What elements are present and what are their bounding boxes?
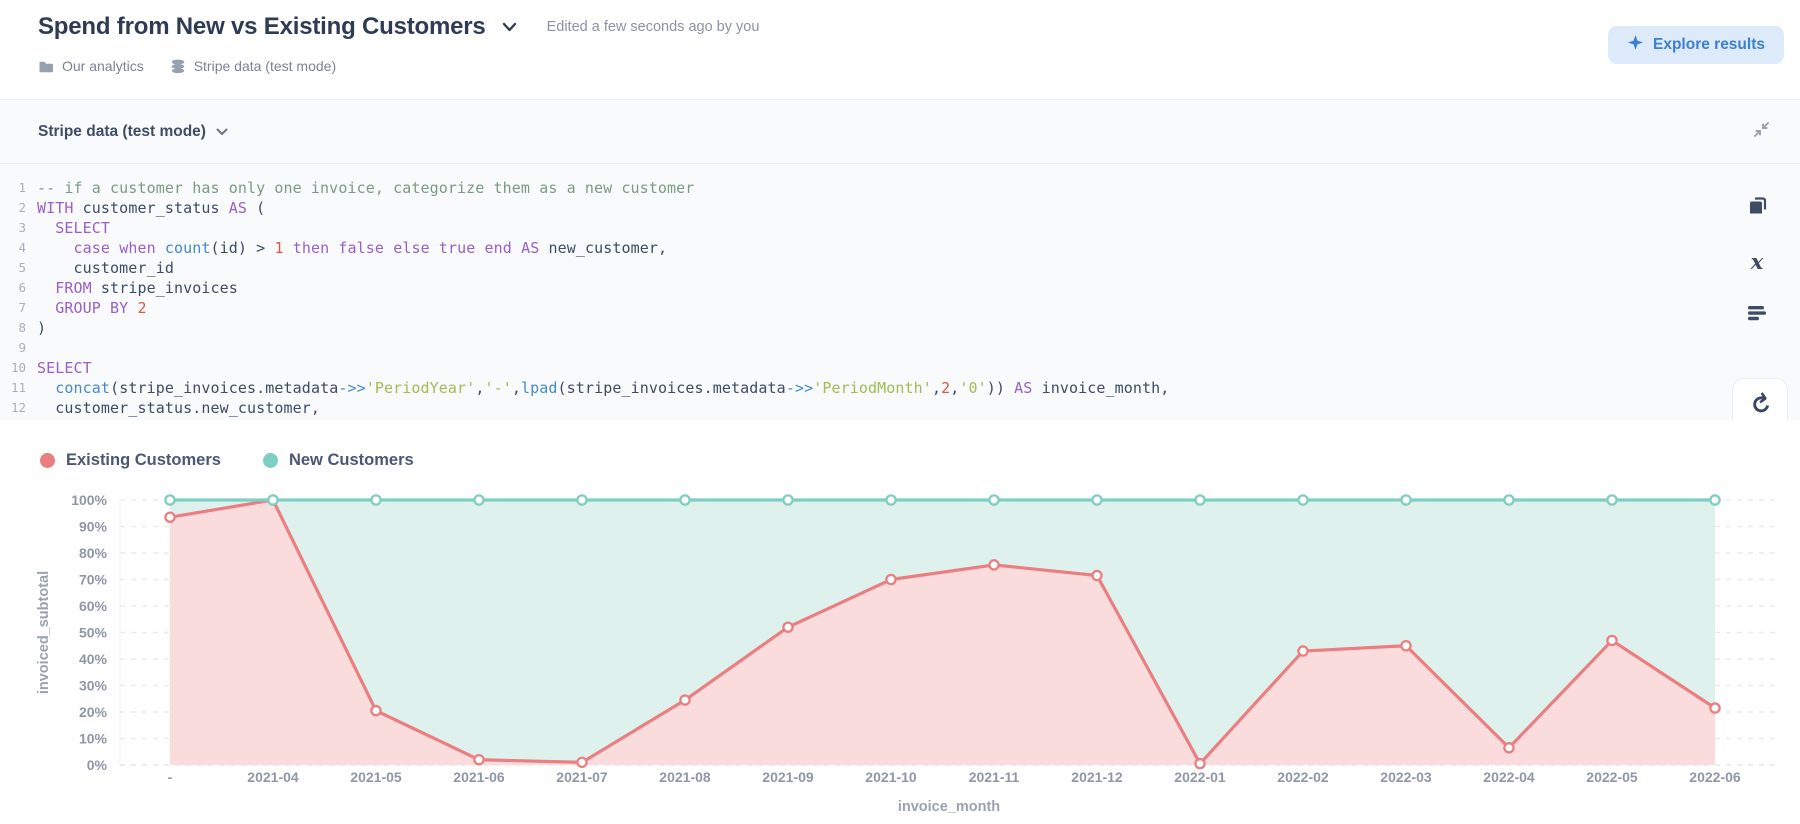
svg-text:2022-06: 2022-06 [1689, 769, 1741, 785]
sql-line[interactable]: 4 case when count(id) > 1 then false els… [4, 238, 1169, 258]
header: Spend from New vs Existing Customers Edi… [0, 0, 1800, 99]
svg-text:50%: 50% [79, 625, 108, 641]
folder-icon [38, 59, 54, 74]
app-window: Spend from New vs Existing Customers Edi… [0, 0, 1800, 824]
sparkle-icon [1627, 34, 1644, 56]
datasource-selector[interactable]: Stripe data (test mode) [38, 123, 228, 141]
variables-button[interactable]: x [1745, 249, 1769, 273]
sql-editor: Stripe data (test mode) 1 -- if a custome… [0, 99, 1800, 421]
editor-toolbar: Stripe data (test mode) [0, 100, 1800, 164]
svg-text:90%: 90% [79, 519, 108, 535]
svg-text:30%: 30% [79, 678, 108, 694]
sql-line[interactable]: 10 SELECT [4, 358, 1169, 378]
sql-line[interactable]: 7 GROUP BY 2 [4, 298, 1169, 318]
sql-line[interactable]: 12 customer_status.new_customer, [4, 398, 1169, 418]
line-number: 3 [18, 220, 26, 235]
variable-x-icon: x [1750, 248, 1764, 274]
svg-text:40%: 40% [79, 651, 108, 667]
breadcrumb: Our analytics Stripe data (test mode) [38, 58, 336, 74]
line-number: 9 [18, 340, 26, 355]
line-number: 2 [18, 200, 26, 215]
explore-results-button[interactable]: Explore results [1608, 26, 1784, 64]
sql-line[interactable]: 6 FROM stripe_invoices [4, 278, 1169, 298]
svg-text:2021-05: 2021-05 [350, 769, 402, 785]
svg-text:100%: 100% [71, 492, 107, 508]
snippets-button[interactable] [1745, 303, 1769, 327]
svg-text:0%: 0% [87, 757, 108, 773]
edited-note: Edited a few seconds ago by you [546, 19, 760, 35]
chevron-down-icon [216, 123, 228, 141]
datasource-name: Stripe data (test mode) [38, 122, 206, 140]
line-number: 8 [18, 320, 26, 335]
line-number: 5 [18, 260, 26, 275]
database-icon [170, 59, 186, 74]
breadcrumb-label: Our analytics [62, 58, 144, 74]
svg-text:2021-07: 2021-07 [556, 769, 608, 785]
svg-text:2021-11: 2021-11 [969, 769, 1020, 785]
line-number: 11 [10, 380, 26, 395]
svg-text:invoice_month: invoice_month [898, 799, 1000, 815]
svg-text:invoiced_subtotal: invoiced_subtotal [36, 571, 52, 694]
page-title: Spend from New vs Existing Customers [38, 13, 486, 40]
collapse-arrows-icon [1753, 121, 1770, 141]
collapse-editor-button[interactable] [1748, 118, 1774, 144]
svg-text:2022-03: 2022-03 [1380, 769, 1432, 785]
line-number: 1 [18, 180, 26, 195]
snippet-lines-icon [1746, 304, 1768, 326]
title-menu-chevron-icon[interactable] [502, 22, 517, 32]
sql-code-area[interactable]: 1 -- if a customer has only one invoice, … [4, 178, 1169, 418]
svg-text:2021-04: 2021-04 [247, 769, 299, 785]
sql-line[interactable]: 11 concat(stripe_invoices.metadata->>'Pe… [4, 378, 1169, 398]
sql-line[interactable]: 2 WITH customer_status AS ( [4, 198, 1169, 218]
refresh-icon: ↻ [1742, 387, 1778, 421]
svg-text:80%: 80% [79, 545, 108, 561]
svg-text:20%: 20% [79, 704, 108, 720]
title-row: Spend from New vs Existing Customers Edi… [38, 13, 759, 41]
svg-text:2022-01: 2022-01 [1174, 769, 1226, 785]
svg-text:2022-05: 2022-05 [1586, 769, 1638, 785]
data-reference-button[interactable] [1745, 195, 1769, 219]
svg-text:2021-06: 2021-06 [453, 769, 505, 785]
sql-line[interactable]: 5 customer_id [4, 258, 1169, 278]
line-number: 4 [18, 240, 26, 255]
svg-text:2021-08: 2021-08 [659, 769, 711, 785]
svg-text:10%: 10% [79, 731, 108, 747]
run-refresh-button[interactable]: ↻ [1732, 378, 1788, 421]
svg-text:2022-02: 2022-02 [1277, 769, 1329, 785]
breadcrumb-label: Stripe data (test mode) [193, 58, 337, 74]
svg-text:2021-09: 2021-09 [762, 769, 814, 785]
area-chart[interactable]: 0% 10% 20% 30% 40% 50% 60% 70% 80% 90% 100% - 2021-0… [0, 420, 1800, 824]
book-icon [1746, 195, 1768, 220]
breadcrumb-database[interactable]: Stripe data (test mode) [170, 58, 336, 74]
svg-text:-: - [168, 769, 173, 785]
line-number: 6 [18, 280, 26, 295]
sql-line[interactable]: 1 -- if a customer has only one invoice, … [4, 178, 1169, 198]
svg-text:70%: 70% [79, 572, 108, 588]
svg-text:2022-04: 2022-04 [1483, 769, 1535, 785]
sql-line[interactable]: 8) [4, 318, 1169, 338]
sql-line[interactable]: 9 [4, 338, 1169, 358]
line-number: 12 [10, 400, 26, 415]
editor-side-rail: x [1745, 195, 1769, 327]
svg-text:2021-10: 2021-10 [865, 769, 917, 785]
sql-line[interactable]: 3 SELECT [4, 218, 1169, 238]
svg-text:2021-12: 2021-12 [1071, 769, 1123, 785]
svg-text:60%: 60% [79, 598, 108, 614]
chart-card: Existing Customers New Customers 0% 10% 20… [0, 420, 1800, 824]
line-number: 10 [10, 360, 26, 375]
explore-results-label: Explore results [1653, 36, 1765, 53]
line-number: 7 [18, 300, 26, 315]
breadcrumb-collection[interactable]: Our analytics [38, 58, 144, 74]
